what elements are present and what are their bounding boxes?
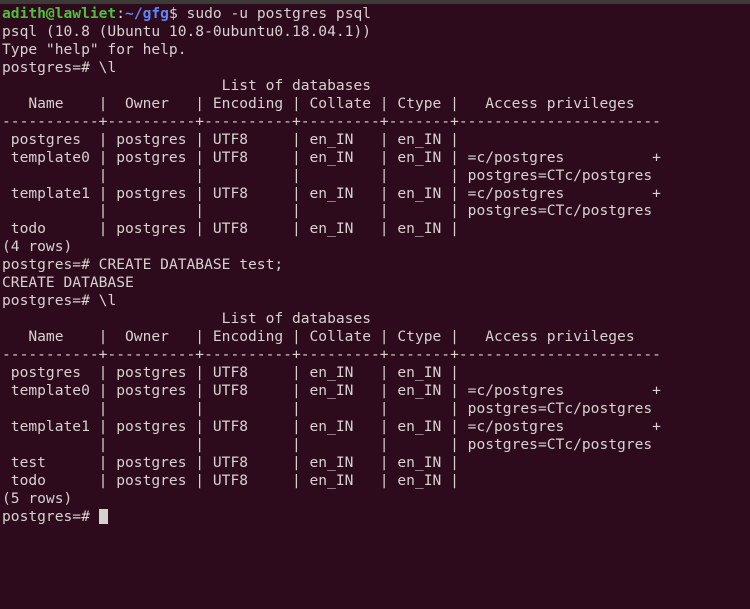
table-header-2: Name | Owner | Encoding | Collate | Ctyp…	[2, 328, 635, 346]
prompt-separator: :	[116, 5, 126, 22]
table-separator-1: -----------+----------+----------+------…	[2, 112, 661, 130]
table-row: postgres | postgres | UTF8 | en_IN | en_…	[2, 364, 459, 382]
row-count-label-2: (5 rows)	[2, 489, 73, 507]
prompt-user-host: adith@lawliet	[2, 5, 117, 22]
table-row: template0 | postgres | UTF8 | en_IN | en…	[2, 148, 661, 166]
terminal-screen[interactable]: adith@lawliet:~/gfg$ sudo -u postgres ps…	[0, 4, 750, 609]
table-title-2: List of databases	[2, 310, 372, 328]
command-list-databases-1: \l	[89, 58, 117, 76]
psql-prompt-line-1: postgres=# \l	[1, 59, 750, 77]
table-row: todo | postgres | UTF8 | en_IN | en_IN |	[2, 471, 459, 489]
psql-prompt-1: postgres=#	[2, 58, 90, 76]
table-separator-2: -----------+----------+----------+------…	[2, 346, 661, 364]
create-database-result: CREATE DATABASE	[2, 274, 134, 292]
psql-prompt-3: postgres=#	[2, 292, 90, 310]
terminal-window[interactable]: adith@lawliet:~/gfg$ sudo -u postgres ps…	[0, 0, 750, 609]
psql-prompt-line-final[interactable]: postgres=#	[1, 508, 750, 526]
table-row: postgres | postgres | UTF8 | en_IN | en_…	[2, 130, 459, 148]
table-row: template1 | postgres | UTF8 | en_IN | en…	[2, 417, 661, 435]
table-row: template0 | postgres | UTF8 | en_IN | en…	[2, 382, 661, 400]
prompt-trailing-space	[90, 508, 99, 525]
text-cursor	[98, 508, 108, 524]
command-list-databases-2: \l	[89, 292, 117, 310]
prompt-sigil: $	[168, 5, 178, 22]
table-row-continuation: | | | | | postgres=CTc/postgres	[2, 202, 653, 220]
psql-prompt-4: postgres=#	[2, 507, 90, 525]
table-row-continuation: | | | | | postgres=CTc/postgres	[2, 435, 653, 453]
table-row-continuation: | | | | | postgres=CTc/postgres	[2, 399, 653, 417]
prompt-path: ~/gfg	[125, 5, 169, 22]
row-count-label-1: (4 rows)	[2, 238, 73, 256]
table-title-1: List of databases	[2, 76, 372, 94]
table-header-1: Name | Owner | Encoding | Collate | Ctyp…	[2, 94, 635, 112]
table-row: template1 | postgres | UTF8 | en_IN | en…	[2, 184, 661, 202]
table-row: todo | postgres | UTF8 | en_IN | en_IN |	[2, 220, 459, 238]
table-row: test | postgres | UTF8 | en_IN | en_IN |	[2, 453, 459, 471]
shell-prompt-line: adith@lawliet:~/gfg$ sudo -u postgres ps…	[1, 5, 750, 23]
table-row-continuation: | | | | | postgres=CTc/postgres	[2, 166, 653, 184]
psql-help-line: Type "help" for help.	[2, 40, 187, 58]
command-create-database: CREATE DATABASE test;	[89, 256, 284, 274]
psql-prompt-line-3: postgres=# \l	[1, 292, 750, 310]
psql-prompt-2: postgres=#	[2, 256, 90, 274]
command-sudo-psql: sudo -u postgres psql	[177, 5, 372, 22]
psql-version-line: psql (10.8 (Ubuntu 10.8-0ubuntu0.18.04.1…	[2, 22, 372, 40]
psql-prompt-line-2: postgres=# CREATE DATABASE test;	[1, 256, 750, 274]
